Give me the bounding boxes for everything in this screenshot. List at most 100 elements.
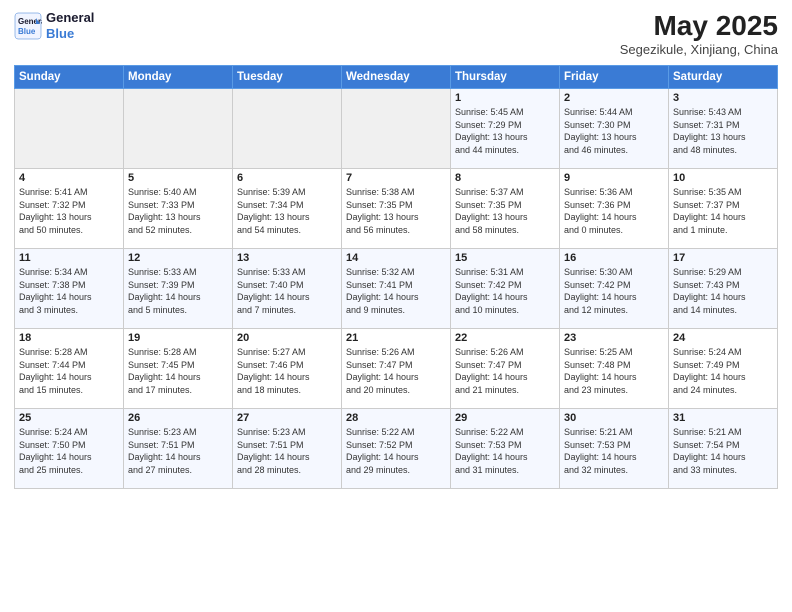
day-number: 6 [237,172,337,184]
logo-icon: General Blue [14,12,42,40]
page: General Blue General Blue May 2025 Segez… [0,0,792,612]
day-info: Sunrise: 5:38 AM Sunset: 7:35 PM Dayligh… [346,186,446,236]
day-info: Sunrise: 5:24 AM Sunset: 7:49 PM Dayligh… [673,346,773,396]
day-info: Sunrise: 5:37 AM Sunset: 7:35 PM Dayligh… [455,186,555,236]
day-info: Sunrise: 5:23 AM Sunset: 7:51 PM Dayligh… [128,426,228,476]
day-info: Sunrise: 5:26 AM Sunset: 7:47 PM Dayligh… [455,346,555,396]
svg-text:Blue: Blue [18,27,36,36]
day-info: Sunrise: 5:40 AM Sunset: 7:33 PM Dayligh… [128,186,228,236]
calendar-week-2: 4 Sunrise: 5:41 AM Sunset: 7:32 PM Daylig… [15,169,778,249]
calendar-table: SundayMondayTuesdayWednesdayThursdayFrid… [14,65,778,489]
day-info: Sunrise: 5:23 AM Sunset: 7:51 PM Dayligh… [237,426,337,476]
day-info: Sunrise: 5:41 AM Sunset: 7:32 PM Dayligh… [19,186,119,236]
calendar-week-5: 25 Sunrise: 5:24 AM Sunset: 7:50 PM Dayli… [15,409,778,489]
day-info: Sunrise: 5:33 AM Sunset: 7:39 PM Dayligh… [128,266,228,316]
day-info: Sunrise: 5:29 AM Sunset: 7:43 PM Dayligh… [673,266,773,316]
day-number: 22 [455,332,555,344]
calendar-cell: 24 Sunrise: 5:24 AM Sunset: 7:49 PM Dayli… [669,329,778,409]
weekday-header-thursday: Thursday [451,66,560,89]
day-number: 25 [19,412,119,424]
calendar-week-4: 18Sunrise: 5:28 AM Sunset: 7:44 PM Dayli… [15,329,778,409]
day-number: 15 [455,252,555,264]
day-number: 28 [346,412,446,424]
day-number: 24 [673,332,773,344]
day-number: 17 [673,252,773,264]
calendar-cell: 10Sunrise: 5:35 AM Sunset: 7:37 PM Dayli… [669,169,778,249]
calendar-cell: 23 Sunrise: 5:25 AM Sunset: 7:48 PM Dayli… [560,329,669,409]
calendar-cell: 21Sunrise: 5:26 AM Sunset: 7:47 PM Dayli… [342,329,451,409]
day-number: 23 [564,332,664,344]
calendar-cell: 27Sunrise: 5:23 AM Sunset: 7:51 PM Dayli… [233,409,342,489]
day-number: 9 [564,172,664,184]
day-number: 7 [346,172,446,184]
calendar-cell: 8 Sunrise: 5:37 AM Sunset: 7:35 PM Daylig… [451,169,560,249]
day-number: 31 [673,412,773,424]
calendar-cell: 22 Sunrise: 5:26 AM Sunset: 7:47 PM Dayli… [451,329,560,409]
calendar-cell [124,89,233,169]
calendar-cell: 30Sunrise: 5:21 AM Sunset: 7:53 PM Dayli… [560,409,669,489]
weekday-header-row: SundayMondayTuesdayWednesdayThursdayFrid… [15,66,778,89]
calendar-cell: 12 Sunrise: 5:33 AM Sunset: 7:39 PM Dayli… [124,249,233,329]
day-info: Sunrise: 5:24 AM Sunset: 7:50 PM Dayligh… [19,426,119,476]
calendar-cell: 29Sunrise: 5:22 AM Sunset: 7:53 PM Dayli… [451,409,560,489]
weekday-header-sunday: Sunday [15,66,124,89]
day-info: Sunrise: 5:43 AM Sunset: 7:31 PM Dayligh… [673,106,773,156]
day-info: Sunrise: 5:25 AM Sunset: 7:48 PM Dayligh… [564,346,664,396]
day-info: Sunrise: 5:44 AM Sunset: 7:30 PM Dayligh… [564,106,664,156]
calendar-week-3: 11Sunrise: 5:34 AM Sunset: 7:38 PM Dayli… [15,249,778,329]
calendar-cell: 9Sunrise: 5:36 AM Sunset: 7:36 PM Daylig… [560,169,669,249]
logo-line1: General [46,10,94,26]
calendar-cell: 14 Sunrise: 5:32 AM Sunset: 7:41 PM Dayli… [342,249,451,329]
calendar-cell: 5Sunrise: 5:40 AM Sunset: 7:33 PM Daylig… [124,169,233,249]
logo: General Blue General Blue [14,10,94,41]
day-number: 21 [346,332,446,344]
title-block: May 2025 Segezikule, Xinjiang, China [620,10,778,57]
calendar-cell: 2 Sunrise: 5:44 AM Sunset: 7:30 PM Daylig… [560,89,669,169]
day-number: 19 [128,332,228,344]
weekday-header-monday: Monday [124,66,233,89]
weekday-header-friday: Friday [560,66,669,89]
calendar-cell: 31 Sunrise: 5:21 AM Sunset: 7:54 PM Dayli… [669,409,778,489]
day-number: 2 [564,92,664,104]
day-number: 16 [564,252,664,264]
weekday-header-wednesday: Wednesday [342,66,451,89]
day-info: Sunrise: 5:45 AM Sunset: 7:29 PM Dayligh… [455,106,555,156]
day-info: Sunrise: 5:31 AM Sunset: 7:42 PM Dayligh… [455,266,555,316]
day-info: Sunrise: 5:21 AM Sunset: 7:53 PM Dayligh… [564,426,664,476]
calendar-week-1: 1Sunrise: 5:45 AM Sunset: 7:29 PM Daylig… [15,89,778,169]
day-info: Sunrise: 5:33 AM Sunset: 7:40 PM Dayligh… [237,266,337,316]
location: Segezikule, Xinjiang, China [620,42,778,57]
day-number: 20 [237,332,337,344]
day-number: 12 [128,252,228,264]
day-number: 13 [237,252,337,264]
svg-text:General: General [18,17,42,26]
day-number: 8 [455,172,555,184]
calendar-cell: 18Sunrise: 5:28 AM Sunset: 7:44 PM Dayli… [15,329,124,409]
weekday-header-saturday: Saturday [669,66,778,89]
day-number: 14 [346,252,446,264]
calendar-cell: 11Sunrise: 5:34 AM Sunset: 7:38 PM Dayli… [15,249,124,329]
calendar-cell: 4 Sunrise: 5:41 AM Sunset: 7:32 PM Daylig… [15,169,124,249]
day-info: Sunrise: 5:39 AM Sunset: 7:34 PM Dayligh… [237,186,337,236]
month-title: May 2025 [620,10,778,42]
day-info: Sunrise: 5:22 AM Sunset: 7:52 PM Dayligh… [346,426,446,476]
day-info: Sunrise: 5:34 AM Sunset: 7:38 PM Dayligh… [19,266,119,316]
day-number: 26 [128,412,228,424]
calendar-cell: 15 Sunrise: 5:31 AM Sunset: 7:42 PM Dayli… [451,249,560,329]
header: General Blue General Blue May 2025 Segez… [14,10,778,57]
logo-line2: Blue [46,26,94,42]
calendar-cell: 7 Sunrise: 5:38 AM Sunset: 7:35 PM Daylig… [342,169,451,249]
calendar-cell: 13 Sunrise: 5:33 AM Sunset: 7:40 PM Dayli… [233,249,342,329]
day-info: Sunrise: 5:28 AM Sunset: 7:45 PM Dayligh… [128,346,228,396]
calendar-cell: 16Sunrise: 5:30 AM Sunset: 7:42 PM Dayli… [560,249,669,329]
calendar-cell: 17 Sunrise: 5:29 AM Sunset: 7:43 PM Dayli… [669,249,778,329]
day-number: 4 [19,172,119,184]
day-info: Sunrise: 5:32 AM Sunset: 7:41 PM Dayligh… [346,266,446,316]
calendar-cell [15,89,124,169]
day-info: Sunrise: 5:21 AM Sunset: 7:54 PM Dayligh… [673,426,773,476]
calendar-cell: 26 Sunrise: 5:23 AM Sunset: 7:51 PM Dayli… [124,409,233,489]
calendar-cell: 6 Sunrise: 5:39 AM Sunset: 7:34 PM Daylig… [233,169,342,249]
calendar-cell: 1Sunrise: 5:45 AM Sunset: 7:29 PM Daylig… [451,89,560,169]
day-number: 29 [455,412,555,424]
day-number: 10 [673,172,773,184]
